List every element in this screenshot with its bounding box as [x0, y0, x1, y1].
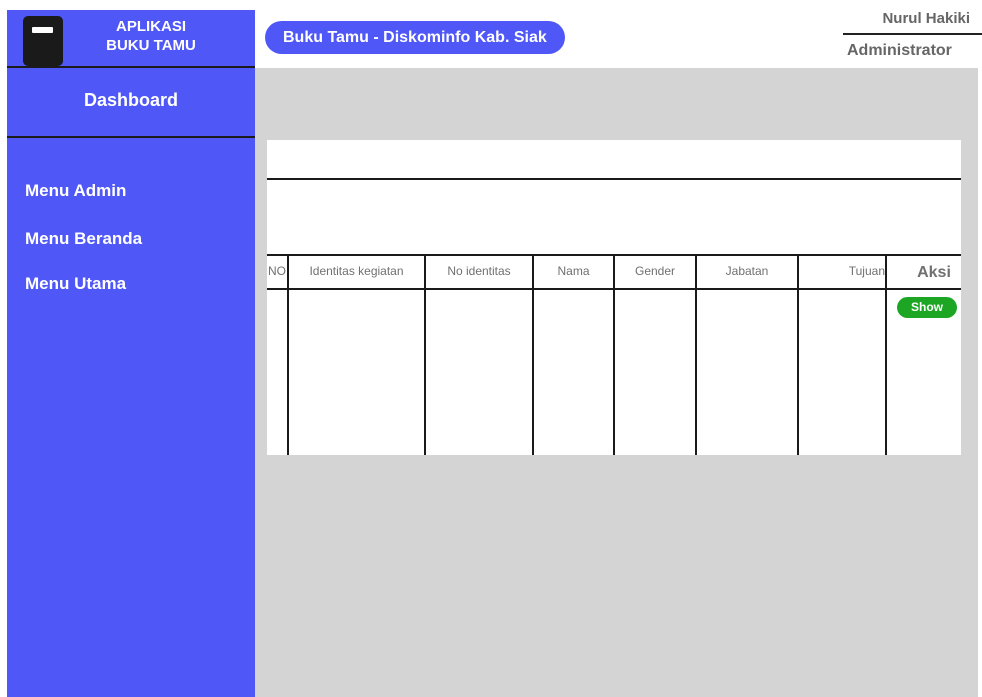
user-divider — [843, 33, 982, 35]
sidebar-divider — [7, 136, 255, 138]
page-title: Buku Tamu - Diskominfo Kab. Siak — [265, 21, 565, 54]
column-header-gender: Gender — [634, 264, 676, 278]
sidebar-item-menu-beranda[interactable]: Menu Beranda — [25, 229, 142, 249]
sidebar: APLIKASI BUKU TAMU Dashboard Menu Admin … — [7, 10, 255, 697]
column-divider — [797, 254, 799, 455]
user-role: Administrator — [847, 42, 952, 59]
app-title: APLIKASI BUKU TAMU — [81, 17, 221, 55]
column-divider — [424, 254, 426, 455]
table-panel: NO Identitas kegiatan No identitas Nama … — [267, 140, 961, 455]
column-divider — [613, 254, 615, 455]
column-header-nama: Nama — [557, 264, 590, 278]
panel-divider — [267, 178, 961, 180]
sidebar-item-dashboard[interactable]: Dashboard — [7, 90, 255, 111]
column-header-no: NO — [268, 264, 286, 278]
column-divider — [885, 254, 887, 455]
sidebar-item-menu-utama[interactable]: Menu Utama — [25, 274, 126, 294]
column-divider — [532, 254, 534, 455]
column-divider — [287, 254, 289, 455]
show-button[interactable]: Show — [897, 297, 957, 318]
column-header-identitas-kegiatan: Identitas kegiatan — [309, 264, 404, 278]
column-header-jabatan: Jabatan — [725, 264, 769, 278]
main-content: NO Identitas kegiatan No identitas Nama … — [255, 68, 978, 697]
user-name: Nurul Hakiki — [882, 10, 970, 27]
column-header-no-identitas: No identitas — [447, 264, 511, 278]
app-title-line2: BUKU TAMU — [106, 37, 196, 54]
sidebar-divider — [7, 66, 255, 68]
app-title-line1: APLIKASI — [115, 18, 186, 35]
column-header-aksi: Aksi — [917, 264, 951, 281]
sidebar-item-menu-admin[interactable]: Menu Admin — [25, 181, 126, 201]
book-icon — [23, 16, 63, 66]
column-divider — [695, 254, 697, 455]
column-header-tujuan: Tujuan — [848, 264, 885, 278]
